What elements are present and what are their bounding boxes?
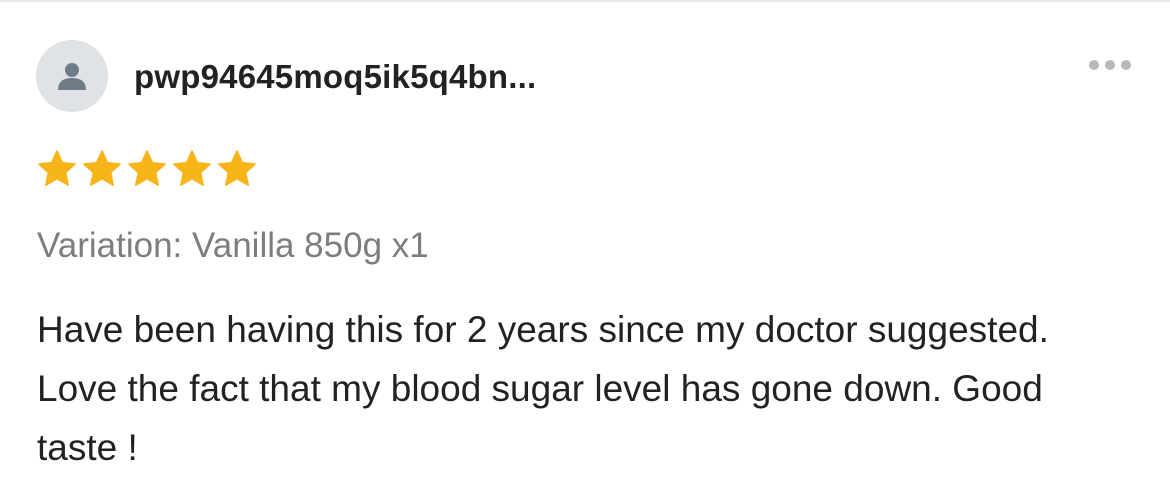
more-horizontal-icon-dot	[1121, 60, 1131, 70]
star-icon	[218, 150, 256, 186]
product-variation: Variation: Vanilla 850g x1	[37, 226, 429, 265]
user-silhouette-icon	[58, 63, 86, 90]
star-rating	[36, 148, 258, 190]
avatar[interactable]	[36, 40, 108, 112]
more-horizontal-icon-dot	[1089, 60, 1099, 70]
star-icon	[128, 150, 166, 186]
star-icon	[83, 150, 121, 186]
reviewer-username[interactable]: pwp94645moq5ik5q4bn...	[134, 57, 536, 97]
star-icon	[38, 150, 76, 186]
review-text: Have been having this for 2 years since …	[37, 309, 1049, 468]
review-card: pwp94645moq5ik5q4bn... Variation: Vanill…	[0, 0, 1170, 484]
star-icon	[173, 150, 211, 186]
more-horizontal-icon-dot	[1105, 60, 1115, 70]
more-options-button[interactable]	[1082, 54, 1138, 76]
